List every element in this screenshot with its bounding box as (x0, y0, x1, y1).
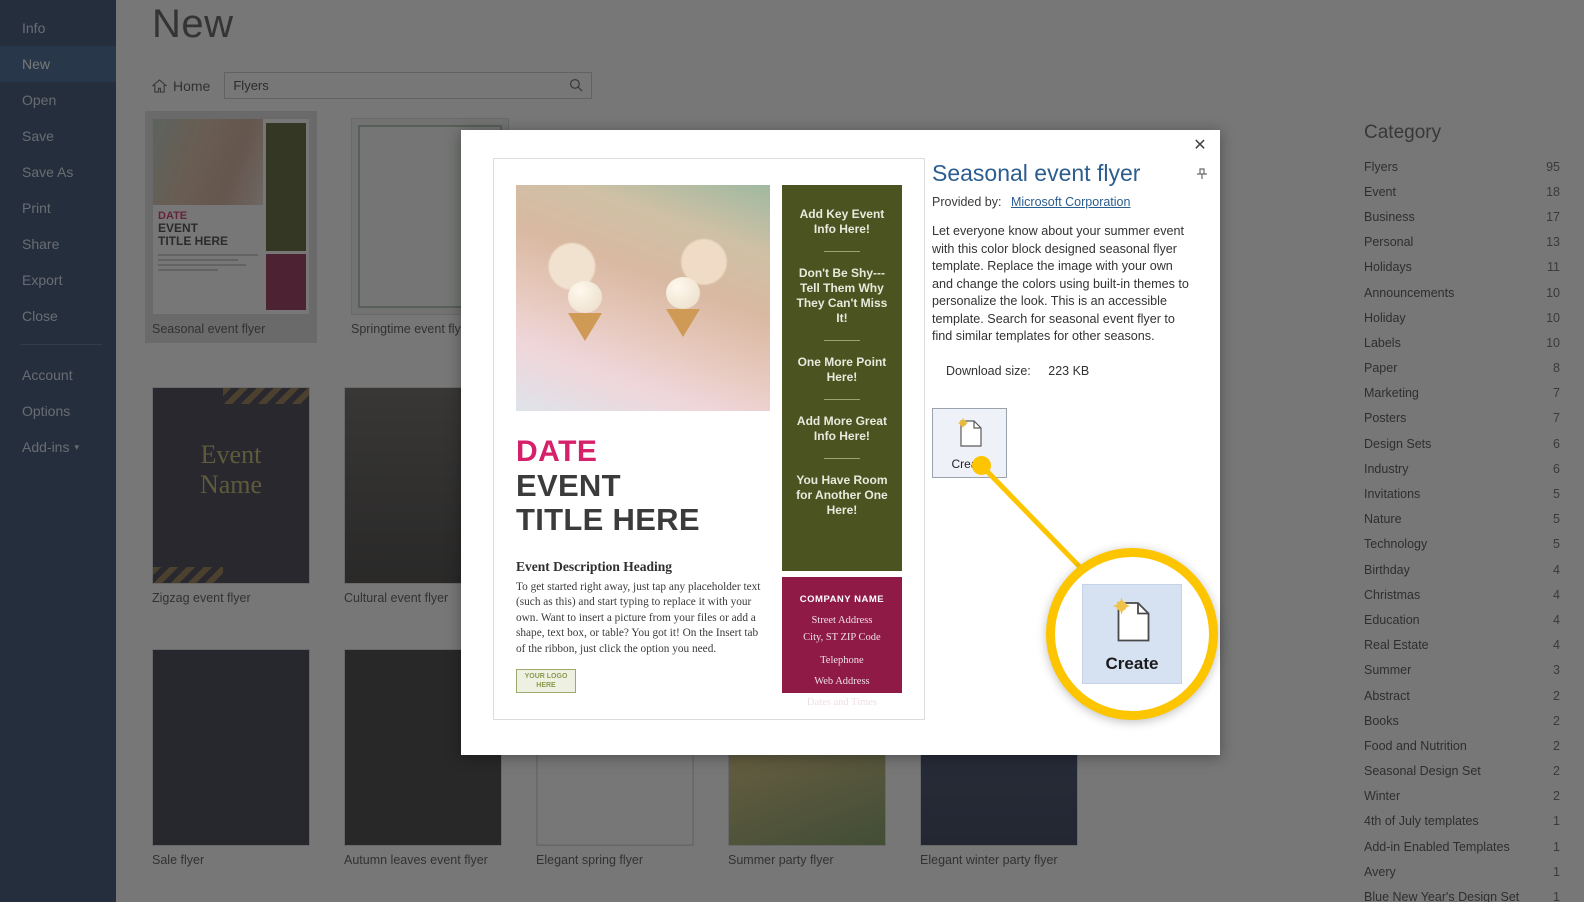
create-button[interactable]: Create (932, 407, 1007, 478)
company-name: COMPANY NAME (799, 594, 885, 605)
flyer-date: DATE (516, 434, 598, 468)
flyer-preview: DATE EVENT TITLE HERE Event Description … (493, 158, 925, 720)
download-size: Download size: 223 KB (932, 364, 1190, 378)
side-block-text: Add Key Event Info Here! (799, 207, 885, 236)
company-city: City, ST ZIP Code (803, 632, 881, 643)
flyer-title-line2: TITLE HERE (516, 501, 700, 537)
new-document-icon (1112, 597, 1150, 642)
download-size-value: 223 KB (1048, 363, 1090, 378)
template-title: Seasonal event flyer (932, 160, 1141, 186)
provider-link[interactable]: Microsoft Corporation (1011, 195, 1131, 209)
side-block-text: Don't Be Shy---Tell Them Why They Can't … (796, 266, 888, 325)
flyer-green-block: Add Key Event Info Here! Don't Be Shy---… (781, 185, 902, 571)
callout-origin-dot (972, 456, 991, 475)
side-block-text: You Have Room for Another One Here! (796, 473, 888, 517)
pin-icon[interactable] (1194, 166, 1210, 182)
flyer-description-heading: Event Description Heading (516, 558, 673, 574)
divider (823, 340, 860, 341)
logo-line2: HERE (536, 682, 556, 690)
flyer-title: EVENT TITLE HERE (516, 467, 770, 537)
callout-magnifier: Create (1046, 548, 1218, 720)
company-web: Web Address (814, 676, 870, 687)
company-street: Street Address (811, 615, 873, 626)
logo-line1: YOUR LOGO (524, 673, 568, 681)
callout-create-label: Create (1105, 654, 1159, 673)
provided-by-label: Provided by: (932, 195, 1002, 209)
preview-pane: DATE EVENT TITLE HERE Event Description … (461, 130, 925, 755)
new-document-icon (957, 417, 982, 447)
close-icon[interactable]: ✕ (1190, 136, 1210, 156)
divider (823, 251, 860, 252)
divider (823, 399, 860, 400)
side-block-text: Add More Great Info Here! (796, 414, 887, 443)
screen: Info New Open Save Save As Print Share E… (0, 0, 1584, 902)
flyer-title-line1: EVENT (516, 467, 621, 503)
provided-by: Provided by: Microsoft Corporation (932, 195, 1190, 209)
company-telephone: Telephone (820, 655, 864, 666)
flyer-logo-placeholder: YOUR LOGO HERE (516, 669, 576, 693)
side-block-text: One More Point Here! (797, 355, 887, 384)
divider (823, 458, 860, 459)
flyer-description-body: To get started right away, just tap any … (516, 580, 761, 655)
flyer-photo (516, 185, 770, 411)
template-description: Let everyone know about your summer even… (932, 224, 1189, 343)
flyer-company-block: COMPANY NAME Street Address City, ST ZIP… (781, 577, 902, 708)
callout-create-button[interactable]: Create (1082, 584, 1182, 684)
download-size-label: Download size: (946, 363, 1031, 378)
company-dates: Dates and Times (806, 697, 877, 708)
